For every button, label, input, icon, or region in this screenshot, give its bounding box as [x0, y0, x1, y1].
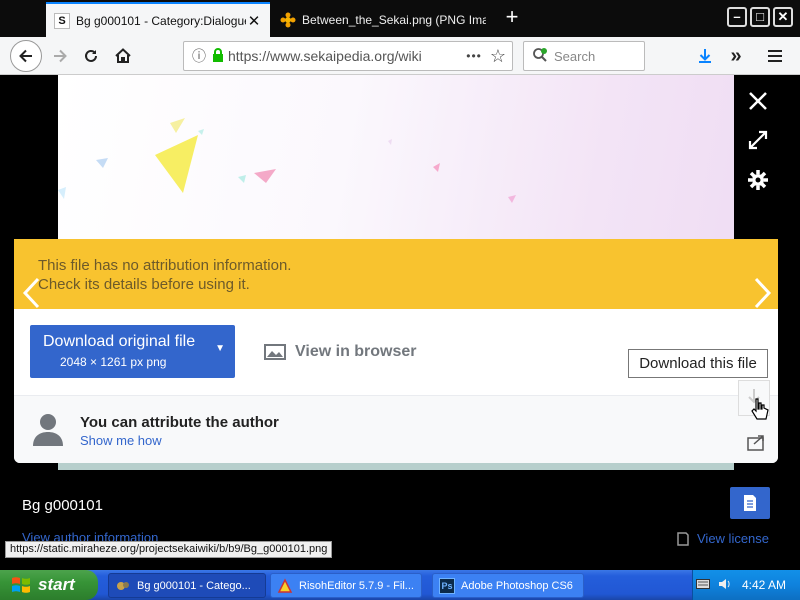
show-me-how-link[interactable]: Show me how	[80, 433, 162, 448]
search-bar[interactable]: Search	[523, 41, 645, 71]
tab-close-icon[interactable]: ✕	[246, 12, 262, 30]
user-avatar-icon	[33, 414, 63, 446]
tab-title: Bg g000101 - Category:Dialogue	[76, 13, 246, 28]
close-icon	[749, 92, 767, 110]
home-button[interactable]	[108, 41, 138, 71]
forward-button[interactable]	[45, 41, 75, 71]
maximize-button[interactable]: □	[750, 7, 770, 27]
previous-image-button[interactable]	[20, 275, 44, 311]
chevron-right-icon	[754, 277, 772, 309]
view-license-link[interactable]: View license	[677, 531, 769, 546]
window-close-button[interactable]: ✕	[773, 7, 793, 27]
minimize-button[interactable]: –	[727, 7, 747, 27]
attribution-warning-banner: This file has no attribution information…	[14, 239, 778, 309]
expand-icon	[748, 130, 768, 150]
forward-arrow-icon	[54, 49, 67, 63]
gears-icon	[117, 581, 129, 590]
volume-icon[interactable]	[718, 577, 732, 594]
tab-sekaipedia[interactable]: S Bg g000101 - Category:Dialogue ✕	[46, 2, 270, 37]
sekaipedia-favicon-icon: S	[54, 12, 70, 29]
back-button[interactable]	[10, 40, 42, 72]
search-icon	[532, 47, 548, 66]
downloads-button[interactable]	[690, 41, 720, 71]
start-label: start	[38, 575, 75, 594]
share-icon	[747, 435, 764, 451]
status-bar-url: https://static.miraheze.org/projectsekai…	[5, 541, 333, 558]
attribution-title: You can attribute the author	[80, 414, 279, 431]
gear-icon	[748, 170, 768, 190]
taskbar: start Bg g000101 - Catego... RisohEditor…	[0, 570, 800, 600]
info-icon[interactable]: ⓘ	[192, 46, 206, 66]
hamburger-menu-icon	[768, 50, 782, 62]
taskbar-item-photoshop[interactable]: Ps Adobe Photoshop CS6	[432, 573, 584, 598]
tab-image[interactable]: Between_the_Sekai.png (PNG Image,	[272, 2, 494, 37]
download-dialog: Download original file 2048 × 1261 px pn…	[14, 309, 778, 463]
search-placeholder: Search	[554, 48, 596, 64]
next-image-button[interactable]	[750, 275, 774, 311]
media-viewer: This file has no attribution information…	[0, 75, 800, 558]
reload-button[interactable]	[76, 41, 106, 71]
lock-icon	[212, 47, 224, 65]
chevron-left-icon	[22, 277, 40, 309]
license-icon	[677, 531, 689, 546]
url-bar[interactable]: ⓘ https://www.sekaipedia.org/wiki ••• ☆	[183, 41, 513, 71]
warning-line-1: This file has no attribution information…	[38, 257, 292, 274]
taskbar-item-label: Bg g000101 - Catego...	[137, 579, 251, 592]
reload-icon	[85, 49, 97, 62]
bookmark-star-icon[interactable]: ☆	[490, 46, 506, 67]
taskbar-item-label: RisohEditor 5.7.9 - Fil...	[299, 579, 414, 592]
download-tooltip: Download this file	[628, 349, 768, 378]
image-icon	[264, 344, 286, 360]
new-tab-button[interactable]: +	[500, 6, 524, 30]
keyboard-icon[interactable]	[695, 578, 710, 592]
url-text: https://www.sekaipedia.org/wiki	[228, 48, 422, 64]
download-button-label: Download original file	[43, 333, 196, 350]
document-icon	[744, 495, 756, 511]
menu-button[interactable]	[760, 41, 790, 71]
system-tray: 4:42 AM	[692, 570, 800, 600]
tab-strip: S Bg g000101 - Category:Dialogue ✕ Betwe…	[0, 0, 800, 37]
clock[interactable]: 4:42 AM	[742, 578, 786, 592]
page-actions-icon[interactable]: •••	[466, 49, 482, 63]
share-button[interactable]	[746, 431, 770, 455]
file-title: Bg g000101	[22, 497, 103, 514]
view-in-browser-link[interactable]: View in browser	[264, 343, 417, 361]
confetti-illustration	[58, 118, 516, 203]
attribution-row[interactable]: You can attribute the author Show me how	[14, 395, 778, 463]
warning-line-2[interactable]: Check its details before using it.	[38, 275, 754, 294]
windows-logo-icon	[12, 577, 30, 593]
overflow-chevron-icon[interactable]: »	[721, 41, 751, 71]
taskbar-item-label: Adobe Photoshop CS6	[461, 579, 573, 592]
settings-button[interactable]	[742, 168, 774, 200]
download-button-dimensions: 2048 × 1261 px png	[60, 355, 167, 369]
tab-title: Between_the_Sekai.png (PNG Image,	[302, 12, 486, 27]
taskbar-item-risoheditor[interactable]: RisohEditor 5.7.9 - Fil...	[270, 573, 422, 598]
photoshop-icon: Ps	[439, 577, 455, 594]
fullscreen-button[interactable]	[742, 128, 774, 160]
start-button[interactable]: start	[0, 570, 98, 600]
close-viewer-button[interactable]	[742, 89, 774, 121]
download-arrow-icon	[699, 49, 711, 63]
dropdown-arrow-icon[interactable]: ▼	[215, 343, 225, 354]
taskbar-item-browser[interactable]: Bg g000101 - Catego...	[108, 573, 266, 598]
risoheditor-icon	[277, 577, 293, 593]
image-favicon-icon	[280, 12, 296, 28]
license-button[interactable]	[730, 487, 770, 519]
back-arrow-icon	[19, 49, 32, 63]
view-in-browser-label: View in browser	[295, 343, 417, 360]
view-license-label: View license	[697, 531, 770, 546]
mouse-cursor-icon	[750, 397, 770, 426]
home-icon	[115, 48, 131, 63]
navigation-toolbar: ⓘ https://www.sekaipedia.org/wiki ••• ☆ …	[0, 37, 800, 75]
download-original-button[interactable]: Download original file 2048 × 1261 px pn…	[30, 325, 235, 378]
